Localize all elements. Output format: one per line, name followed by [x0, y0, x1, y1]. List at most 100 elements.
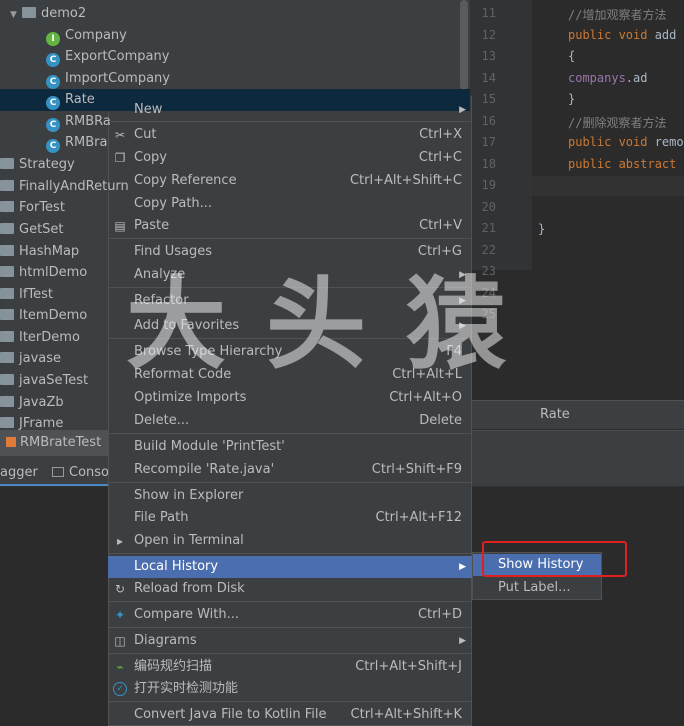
code-token: public void [568, 135, 655, 149]
tree-item-label: IfTest [19, 287, 54, 302]
interface-icon: I [46, 32, 60, 46]
editor-tab-rate[interactable]: Rate [540, 407, 570, 422]
tree-item[interactable]: C ExportCompany [0, 46, 169, 68]
tree-item[interactable]: JFrame [0, 413, 63, 435]
terminal-icon: ▸ [116, 534, 124, 548]
tree-item[interactable]: C ImportCompany [0, 68, 170, 90]
active-tab-indicator [0, 484, 110, 486]
line-number: 18 [481, 156, 496, 171]
tree-item[interactable]: I Company [0, 25, 127, 47]
menu-item-cut[interactable]: ✂ Cut Ctrl+X [108, 124, 472, 146]
tree-item[interactable]: javase [0, 348, 61, 370]
line-number: 14 [481, 70, 496, 85]
shortcut-label: Ctrl+Alt+Shift+K [350, 707, 462, 722]
menu-item-label: New [134, 102, 163, 117]
tree-item-label: demo2 [41, 6, 87, 21]
menu-item-recompile-rate-java[interactable]: Recompile 'Rate.java' Ctrl+Shift+F9 [108, 459, 472, 481]
folder-icon [0, 158, 14, 169]
tree-item-label: IterDemo [19, 330, 80, 345]
tree-scrollbar[interactable] [460, 0, 468, 90]
menu-item-build-module-printtest[interactable]: Build Module 'PrintTest' [108, 436, 472, 458]
menu-item-open-in-terminal[interactable]: ▸ Open in Terminal [108, 530, 472, 552]
line-number: 22 [481, 242, 496, 257]
menu-item-label: Diagrams [134, 633, 197, 648]
class-icon: C [46, 96, 60, 110]
tree-item[interactable]: JavaZb [0, 392, 64, 414]
tree-item[interactable]: ▼ demo2 [0, 3, 86, 25]
menu-item-label: Local History [134, 559, 219, 574]
menu-item-paste[interactable]: ▤ Paste Ctrl+V [108, 215, 472, 237]
code-token: remo [654, 135, 684, 149]
folder-icon [0, 180, 14, 191]
menu-item-diagrams[interactable]: ◫ Diagrams ▶ [108, 630, 472, 652]
menu-item-label: 编码规约扫描 [134, 659, 213, 674]
menu-item-reload-from-disk[interactable]: ↻ Reload from Disk [108, 578, 472, 600]
menu-separator [109, 238, 471, 239]
run-config-icon [6, 437, 16, 447]
menu-item-show-in-explorer[interactable]: Show in Explorer [108, 485, 472, 507]
tree-item[interactable]: Strategy [0, 154, 75, 176]
tree-item[interactable]: htmlDemo [0, 262, 87, 284]
current-line-highlight [532, 176, 684, 196]
tab-debugger[interactable]: agger [0, 465, 38, 480]
menu-item-item-24[interactable]: ✓ 打开实时检测功能 [108, 678, 472, 700]
code-line: //增加观察者方法 [568, 6, 666, 23]
code-line: public void remo [568, 135, 684, 149]
menu-separator [109, 553, 471, 554]
shortcut-label: Ctrl+V [419, 218, 462, 233]
code-line: } [568, 92, 575, 106]
menu-separator [109, 627, 471, 628]
class-icon: C [46, 75, 60, 89]
menu-item-label: Copy Reference [134, 173, 237, 188]
folder-icon [0, 374, 14, 385]
line-number: 20 [481, 199, 496, 214]
submenu-item-put-label[interactable]: Put Label... [473, 577, 601, 599]
folder-icon [0, 417, 14, 428]
watermark: 大头猿 [126, 266, 546, 383]
code-token: companys [568, 71, 626, 85]
menu-separator [109, 701, 471, 702]
tree-item[interactable]: C RMBRa [0, 111, 111, 133]
scissors-icon: ✂ [114, 128, 126, 142]
code-token: public void [568, 28, 655, 42]
line-number: 16 [481, 113, 496, 128]
tree-item[interactable]: ItemDemo [0, 305, 87, 327]
folder-icon [0, 201, 14, 212]
menu-item-label: Open in Terminal [134, 533, 244, 548]
menu-item-item-23[interactable]: ⌁ 编码规约扫描 Ctrl+Alt+Shift+J [108, 656, 472, 678]
tree-item[interactable]: IterDemo [0, 327, 80, 349]
menu-separator [109, 482, 471, 483]
check-circle-icon: ✓ [113, 682, 127, 696]
submenu-arrow-icon: ▶ [459, 562, 466, 572]
tree-item-label: ImportCompany [65, 71, 170, 86]
tree-item-label: ForTest [19, 200, 65, 215]
menu-item-convert-java-file-to-kotlin-file[interactable]: Convert Java File to Kotlin File Ctrl+Alt… [108, 704, 472, 726]
menu-item-label: Recompile 'Rate.java' [134, 462, 275, 477]
menu-item-copy[interactable]: ❐ Copy Ctrl+C [108, 147, 472, 169]
menu-item-optimize-imports[interactable]: Optimize Imports Ctrl+Alt+O [108, 387, 472, 409]
menu-item-find-usages[interactable]: Find Usages Ctrl+G [108, 241, 472, 263]
submenu-arrow-icon: ▶ [459, 636, 466, 646]
tree-item[interactable]: C RMBra [0, 132, 107, 154]
tree-item[interactable]: ForTest [0, 197, 65, 219]
compare-icon: ✦ [114, 608, 126, 622]
menu-item-compare-with[interactable]: ✦ Compare With... Ctrl+D [108, 604, 472, 626]
tree-item-label: javaSeTest [19, 373, 89, 388]
menu-separator [109, 121, 471, 122]
tree-item[interactable]: GetSet [0, 219, 64, 241]
copy-icon: ❐ [114, 151, 126, 165]
shortcut-label: Ctrl+Alt+O [389, 390, 462, 405]
menu-item-copy-reference[interactable]: Copy Reference Ctrl+Alt+Shift+C [108, 170, 472, 192]
expand-arrow-icon[interactable]: ▼ [10, 4, 22, 26]
menu-item-file-path[interactable]: File Path Ctrl+Alt+F12 [108, 507, 472, 529]
menu-item-local-history[interactable]: Local History ▶ [108, 556, 472, 578]
menu-item-label: Show in Explorer [134, 488, 244, 503]
tree-item[interactable]: IfTest [0, 284, 53, 306]
menu-item-copy-path[interactable]: Copy Path... [108, 193, 472, 215]
menu-item-delete[interactable]: Delete... Delete [108, 410, 472, 432]
tree-item[interactable]: HashMap [0, 241, 79, 263]
submenu-item-label: Put Label... [498, 580, 571, 595]
line-number: 11 [481, 6, 496, 20]
menu-item-new[interactable]: New ▶ [108, 99, 472, 121]
tree-item[interactable]: javaSeTest [0, 370, 88, 392]
